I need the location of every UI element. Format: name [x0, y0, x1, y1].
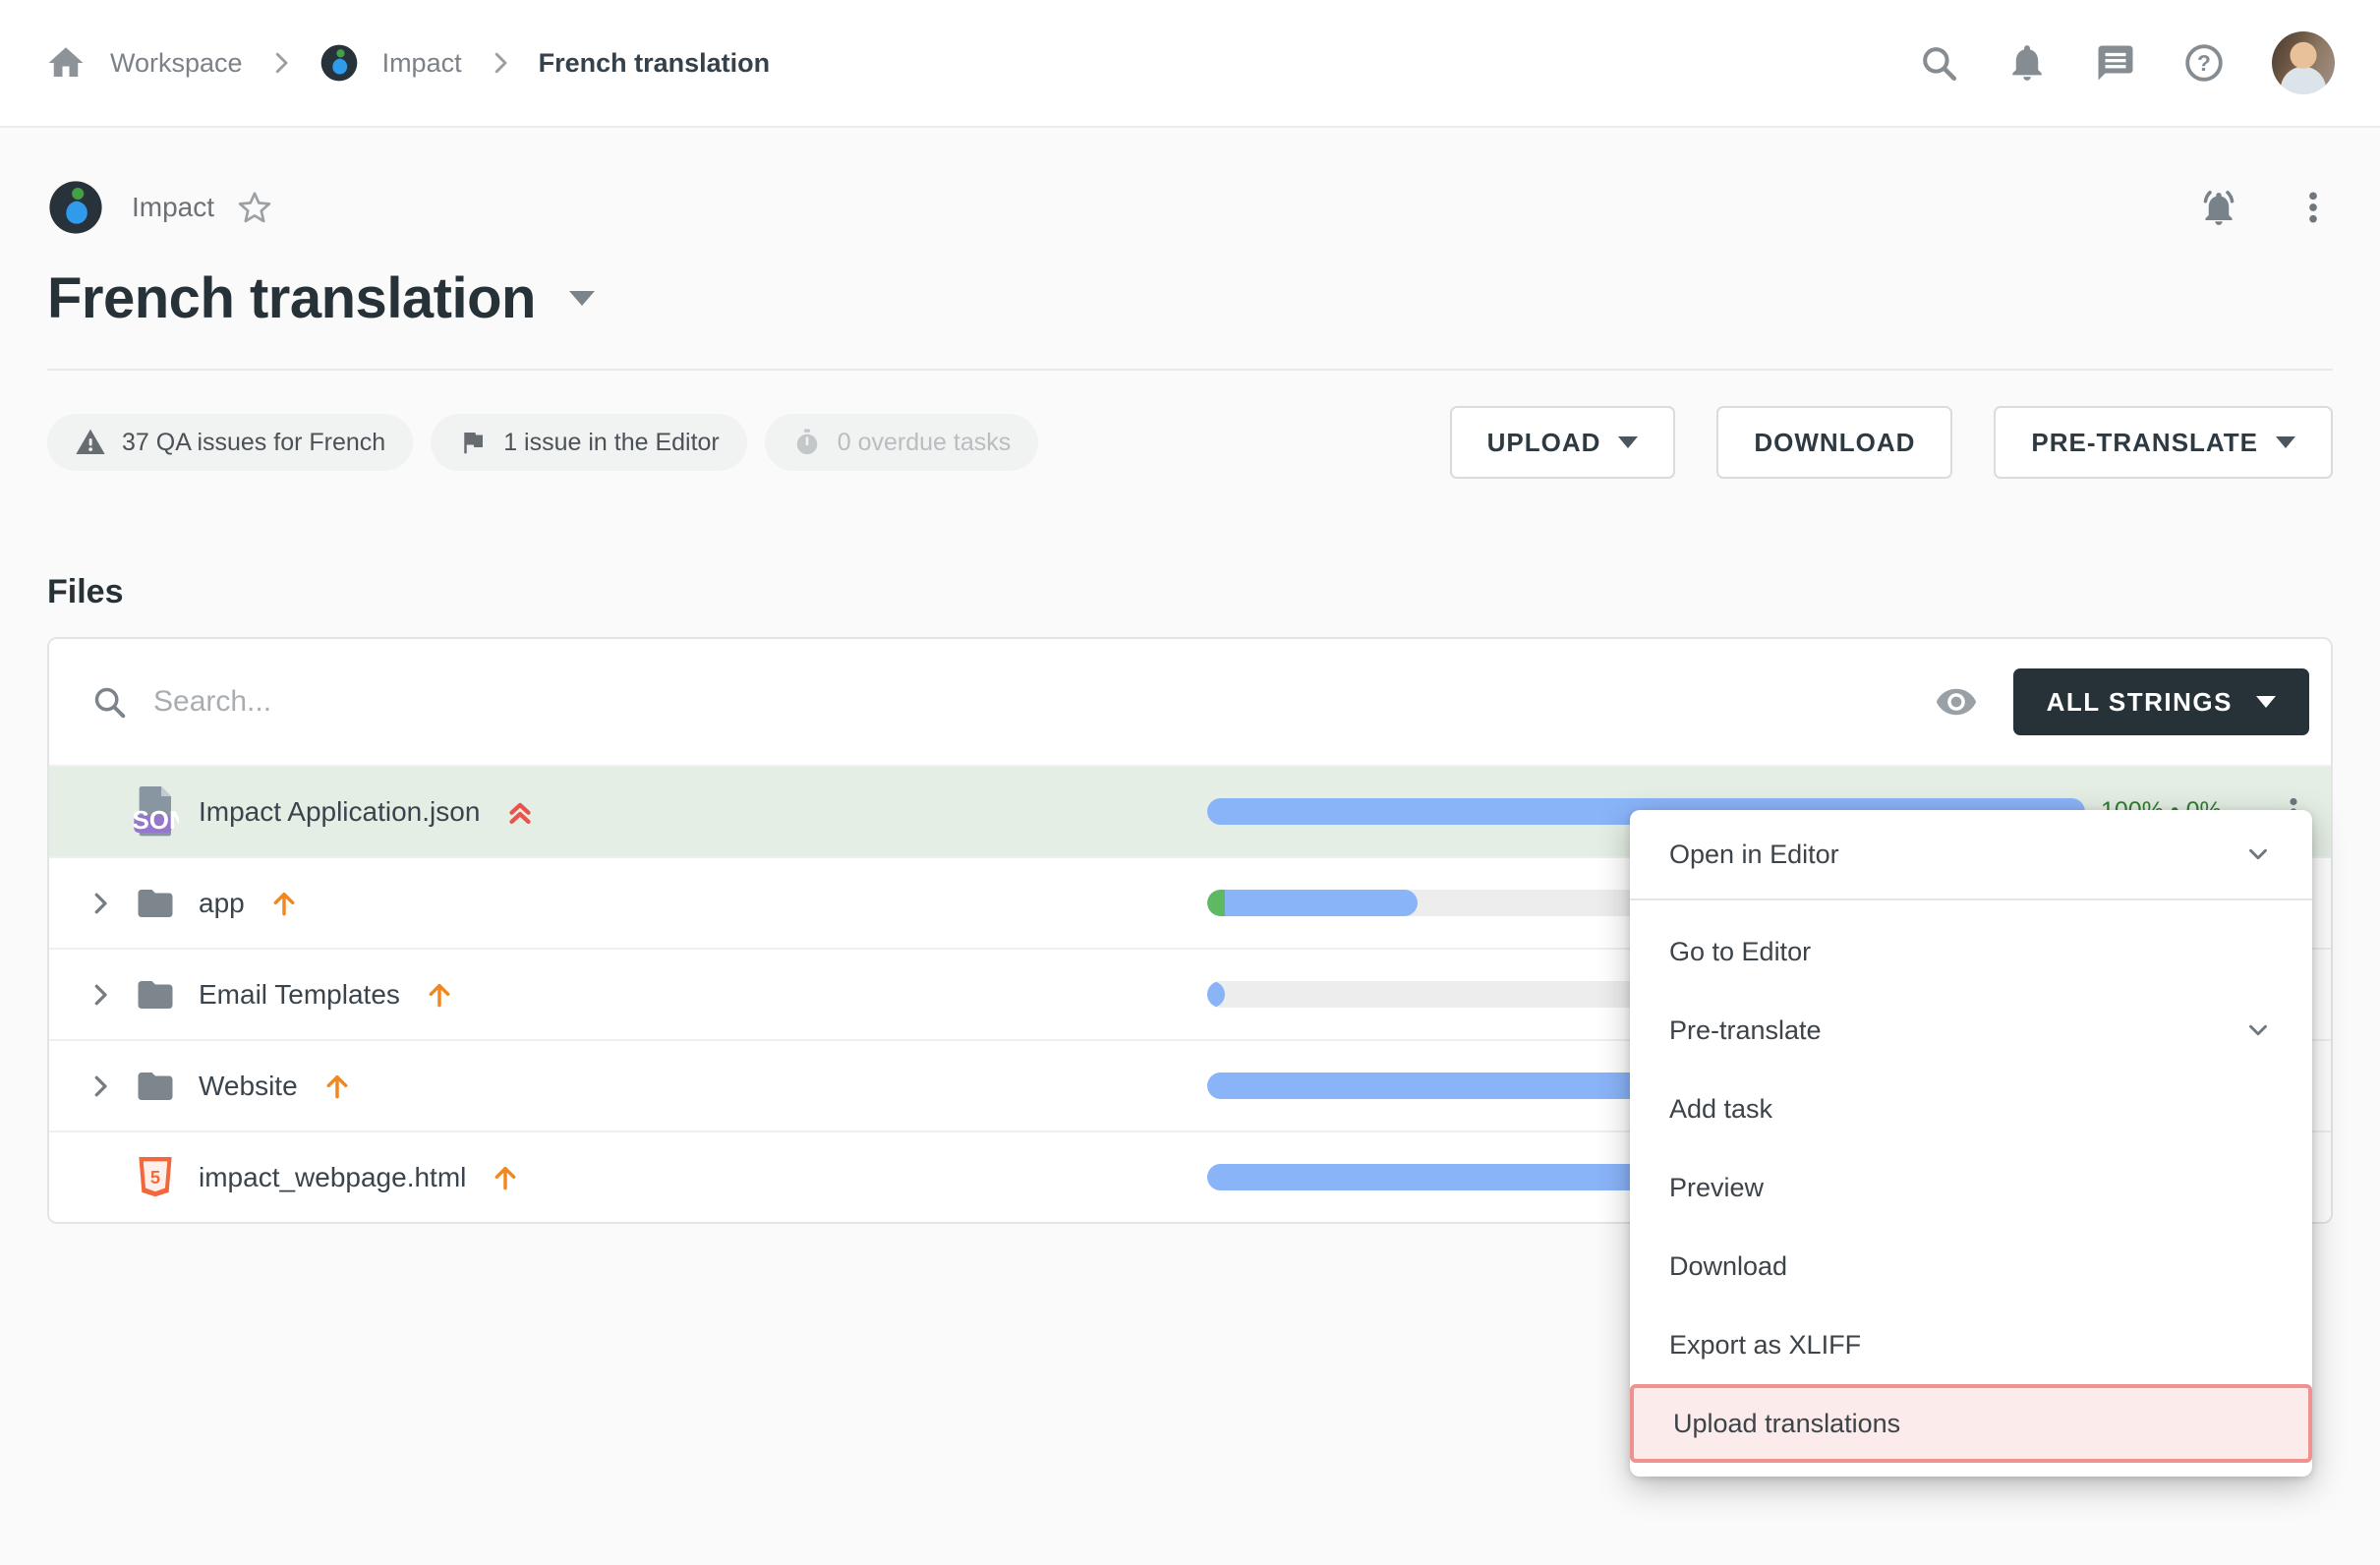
user-avatar[interactable] — [2272, 31, 2335, 94]
folder-icon — [124, 1066, 187, 1107]
menu-item-label: Pre-translate — [1669, 1015, 1822, 1046]
svg-text:?: ? — [2197, 50, 2211, 76]
upload-button-label: UPLOAD — [1487, 428, 1601, 458]
expand-chevron-icon[interactable] — [77, 889, 124, 918]
breadcrumb-workspace[interactable]: Workspace — [110, 48, 243, 79]
chevron-down-icon — [2243, 840, 2273, 869]
search-icon[interactable] — [1918, 42, 1959, 84]
upload-button[interactable]: UPLOAD — [1450, 406, 1676, 479]
menu-item-pre-translate[interactable]: Pre-translate — [1630, 991, 2312, 1070]
folder-icon — [124, 883, 187, 924]
project-header: Impact — [47, 179, 2333, 236]
html-file-icon: 5 — [124, 1154, 187, 1201]
arrow-up-icon — [490, 1162, 521, 1193]
expand-chevron-icon[interactable] — [77, 1072, 124, 1101]
chevron-down-icon — [2243, 1015, 2273, 1045]
menu-item-open-in-editor[interactable]: Open in Editor — [1630, 810, 2312, 898]
chevron-down-icon — [2276, 436, 2295, 448]
project-name: Impact — [132, 192, 214, 223]
menu-item-label: Open in Editor — [1669, 840, 1839, 870]
menu-item-label: Export as XLIFF — [1669, 1330, 1861, 1361]
search-input[interactable] — [153, 685, 1935, 719]
visibility-eye-icon[interactable] — [1935, 680, 1978, 724]
breadcrumb-current-page: French translation — [539, 48, 771, 79]
svg-text:5: 5 — [150, 1166, 160, 1187]
menu-item-label: Upload translations — [1673, 1409, 1900, 1439]
home-icon[interactable] — [45, 42, 87, 84]
menu-item-go-to-editor[interactable]: Go to Editor — [1630, 912, 2312, 991]
download-button[interactable]: DOWNLOAD — [1716, 406, 1952, 479]
chevron-right-icon — [486, 48, 515, 78]
qa-issues-label: 37 QA issues for French — [122, 429, 385, 457]
overdue-tasks-label: 0 overdue tasks — [838, 429, 1012, 457]
chevron-down-icon — [2256, 696, 2276, 708]
notifications-icon[interactable] — [2006, 42, 2048, 84]
folder-name: Website — [199, 1071, 298, 1102]
page-title: French translation — [47, 265, 536, 331]
project-logo-small — [319, 43, 359, 83]
strings-filter-label: ALL STRINGS — [2047, 687, 2233, 718]
pre-translate-button[interactable]: PRE-TRANSLATE — [1994, 406, 2333, 479]
menu-item-label: Download — [1669, 1251, 1787, 1282]
breadcrumb: Workspace Impact French translation — [45, 42, 770, 84]
menu-item-preview[interactable]: Preview — [1630, 1148, 2312, 1227]
editor-issues-label: 1 issue in the Editor — [503, 429, 720, 457]
folder-name: Email Templates — [199, 979, 400, 1011]
search-icon — [90, 683, 128, 721]
favorite-star-icon[interactable] — [236, 189, 273, 226]
qa-issues-badge[interactable]: 37 QA issues for French — [47, 414, 413, 471]
arrow-up-icon — [321, 1071, 353, 1102]
top-navigation-bar: Workspace Impact French translation ? — [0, 0, 2380, 128]
project-notifications-icon[interactable] — [2197, 186, 2240, 229]
menu-item-upload-translations[interactable]: Upload translations — [1630, 1384, 2312, 1463]
files-search-row: ALL STRINGS — [49, 639, 2331, 765]
menu-item-add-task[interactable]: Add task — [1630, 1070, 2312, 1148]
json-file-icon: JSON — [124, 784, 187, 840]
menu-item-label: Go to Editor — [1669, 937, 1811, 967]
file-name: Impact Application.json — [199, 796, 480, 828]
download-button-label: DOWNLOAD — [1754, 428, 1915, 458]
file-name: impact_webpage.html — [199, 1162, 466, 1193]
messages-icon[interactable] — [2095, 42, 2136, 84]
breadcrumb-project[interactable]: Impact — [382, 48, 462, 79]
expand-chevron-icon[interactable] — [77, 980, 124, 1010]
priority-high-icon — [503, 795, 537, 829]
menu-item-export-as-xliff[interactable]: Export as XLIFF — [1630, 1305, 2312, 1384]
chevron-down-icon — [1618, 436, 1638, 448]
folder-name: app — [199, 888, 245, 919]
svg-text:JSON: JSON — [132, 804, 179, 834]
menu-item-label: Add task — [1669, 1094, 1772, 1125]
menu-item-label: Preview — [1669, 1173, 1764, 1203]
help-icon[interactable]: ? — [2183, 42, 2225, 84]
project-more-options-icon[interactable] — [2293, 188, 2333, 227]
title-dropdown-caret[interactable] — [569, 291, 595, 306]
chevron-right-icon — [266, 48, 296, 78]
folder-icon — [124, 974, 187, 1015]
file-context-menu: Open in Editor Go to Editor Pre-translat… — [1630, 810, 2312, 1477]
menu-item-download[interactable]: Download — [1630, 1227, 2312, 1305]
files-heading: Files — [47, 573, 2333, 611]
strings-filter-button[interactable]: ALL STRINGS — [2013, 668, 2309, 735]
divider — [47, 369, 2333, 371]
arrow-up-icon — [424, 979, 455, 1011]
topbar-actions: ? — [1918, 31, 2335, 94]
pre-translate-button-label: PRE-TRANSLATE — [2031, 428, 2258, 458]
arrow-up-icon — [268, 888, 300, 919]
editor-issues-badge[interactable]: 1 issue in the Editor — [431, 414, 747, 471]
project-logo — [47, 179, 104, 236]
overdue-tasks-badge[interactable]: 0 overdue tasks — [765, 414, 1039, 471]
